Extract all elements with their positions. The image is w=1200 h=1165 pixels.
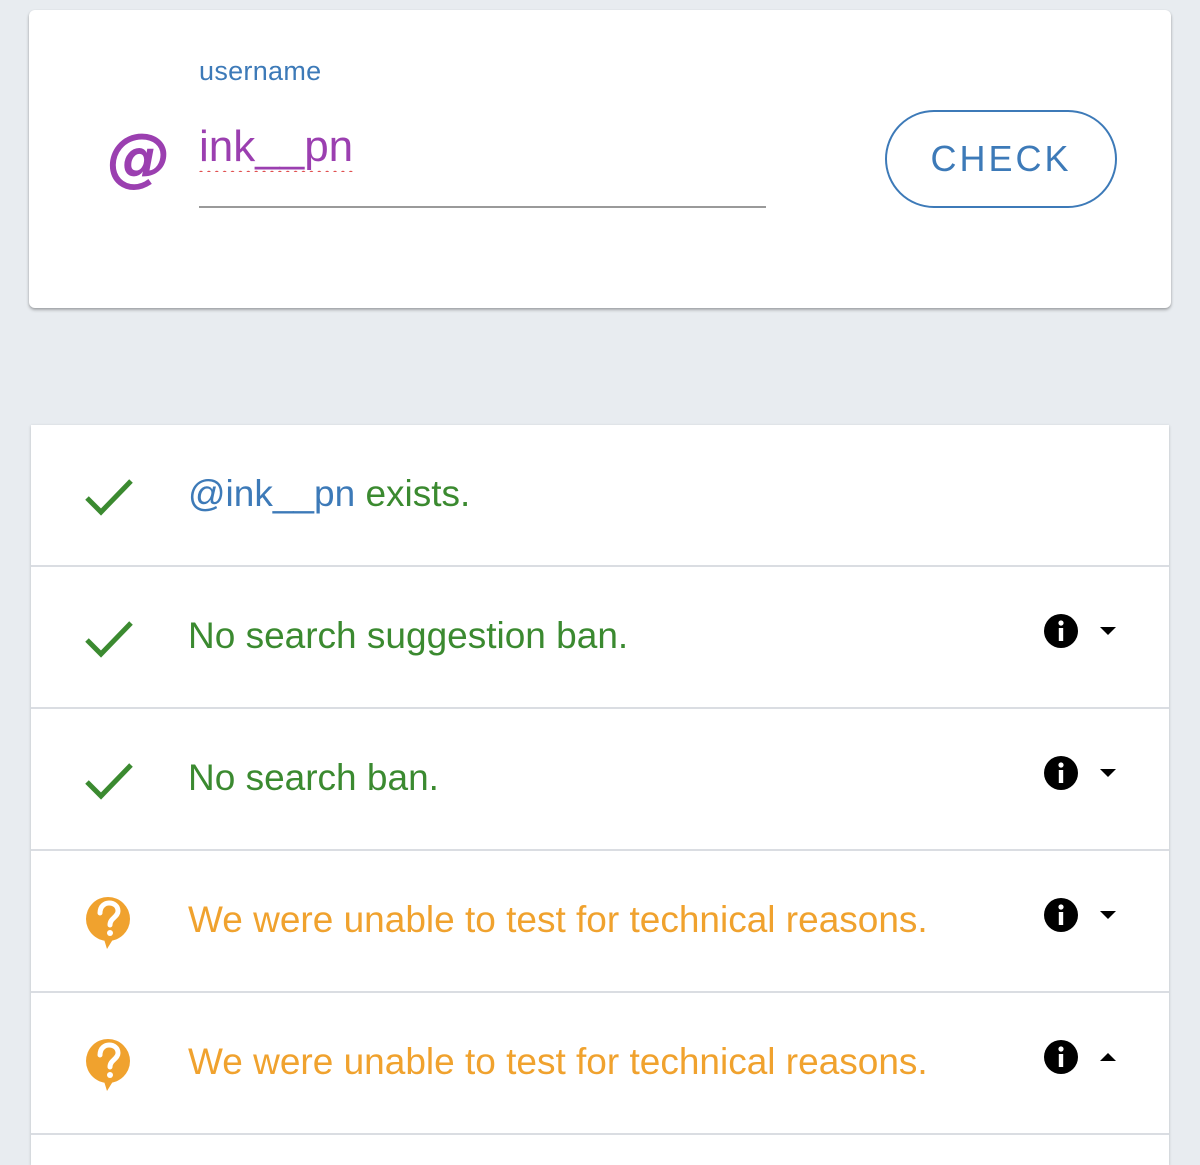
chevron-down-icon[interactable] xyxy=(1097,904,1119,926)
result-text: We were unable to test for technical rea… xyxy=(188,899,928,940)
check-icon xyxy=(85,621,133,658)
result-text: No search suggestion ban. xyxy=(188,615,629,656)
result-row-technical-2: We were unable to test for technical rea… xyxy=(31,993,1169,1135)
info-icon[interactable] xyxy=(1043,1039,1079,1075)
check-icon xyxy=(85,479,133,516)
question-bubble-icon xyxy=(86,1039,130,1091)
chevron-down-icon[interactable] xyxy=(1097,620,1119,642)
check-icon xyxy=(85,763,133,800)
result-exists-text: exists. xyxy=(355,473,471,514)
question-bubble-icon xyxy=(86,897,130,949)
info-icon[interactable] xyxy=(1043,897,1079,933)
username-input[interactable] xyxy=(199,118,766,208)
search-card: username @ CHECK xyxy=(29,10,1171,308)
result-row-exists: @ink__pn exists. xyxy=(31,425,1169,567)
results-list: @ink__pn exists. No search suggestion ba… xyxy=(31,425,1169,1165)
chevron-down-icon[interactable] xyxy=(1097,762,1119,784)
info-icon[interactable] xyxy=(1043,755,1079,791)
result-text: @ink__pn exists. xyxy=(188,472,470,516)
info-icon[interactable] xyxy=(1043,613,1079,649)
result-text: We were unable to test for technical rea… xyxy=(188,1041,928,1082)
check-button[interactable]: CHECK xyxy=(885,110,1117,208)
chevron-up-icon[interactable] xyxy=(1097,1046,1119,1068)
result-row-search-suggestion-ban: No search suggestion ban. xyxy=(31,567,1169,709)
at-sign-icon: @ xyxy=(107,121,171,195)
username-handle-link[interactable]: @ink__pn xyxy=(188,473,355,514)
username-label: username xyxy=(199,56,322,86)
result-row-search-ban: No search ban. xyxy=(31,709,1169,851)
result-row-technical-1: We were unable to test for technical rea… xyxy=(31,851,1169,993)
result-text: No search ban. xyxy=(188,757,439,798)
